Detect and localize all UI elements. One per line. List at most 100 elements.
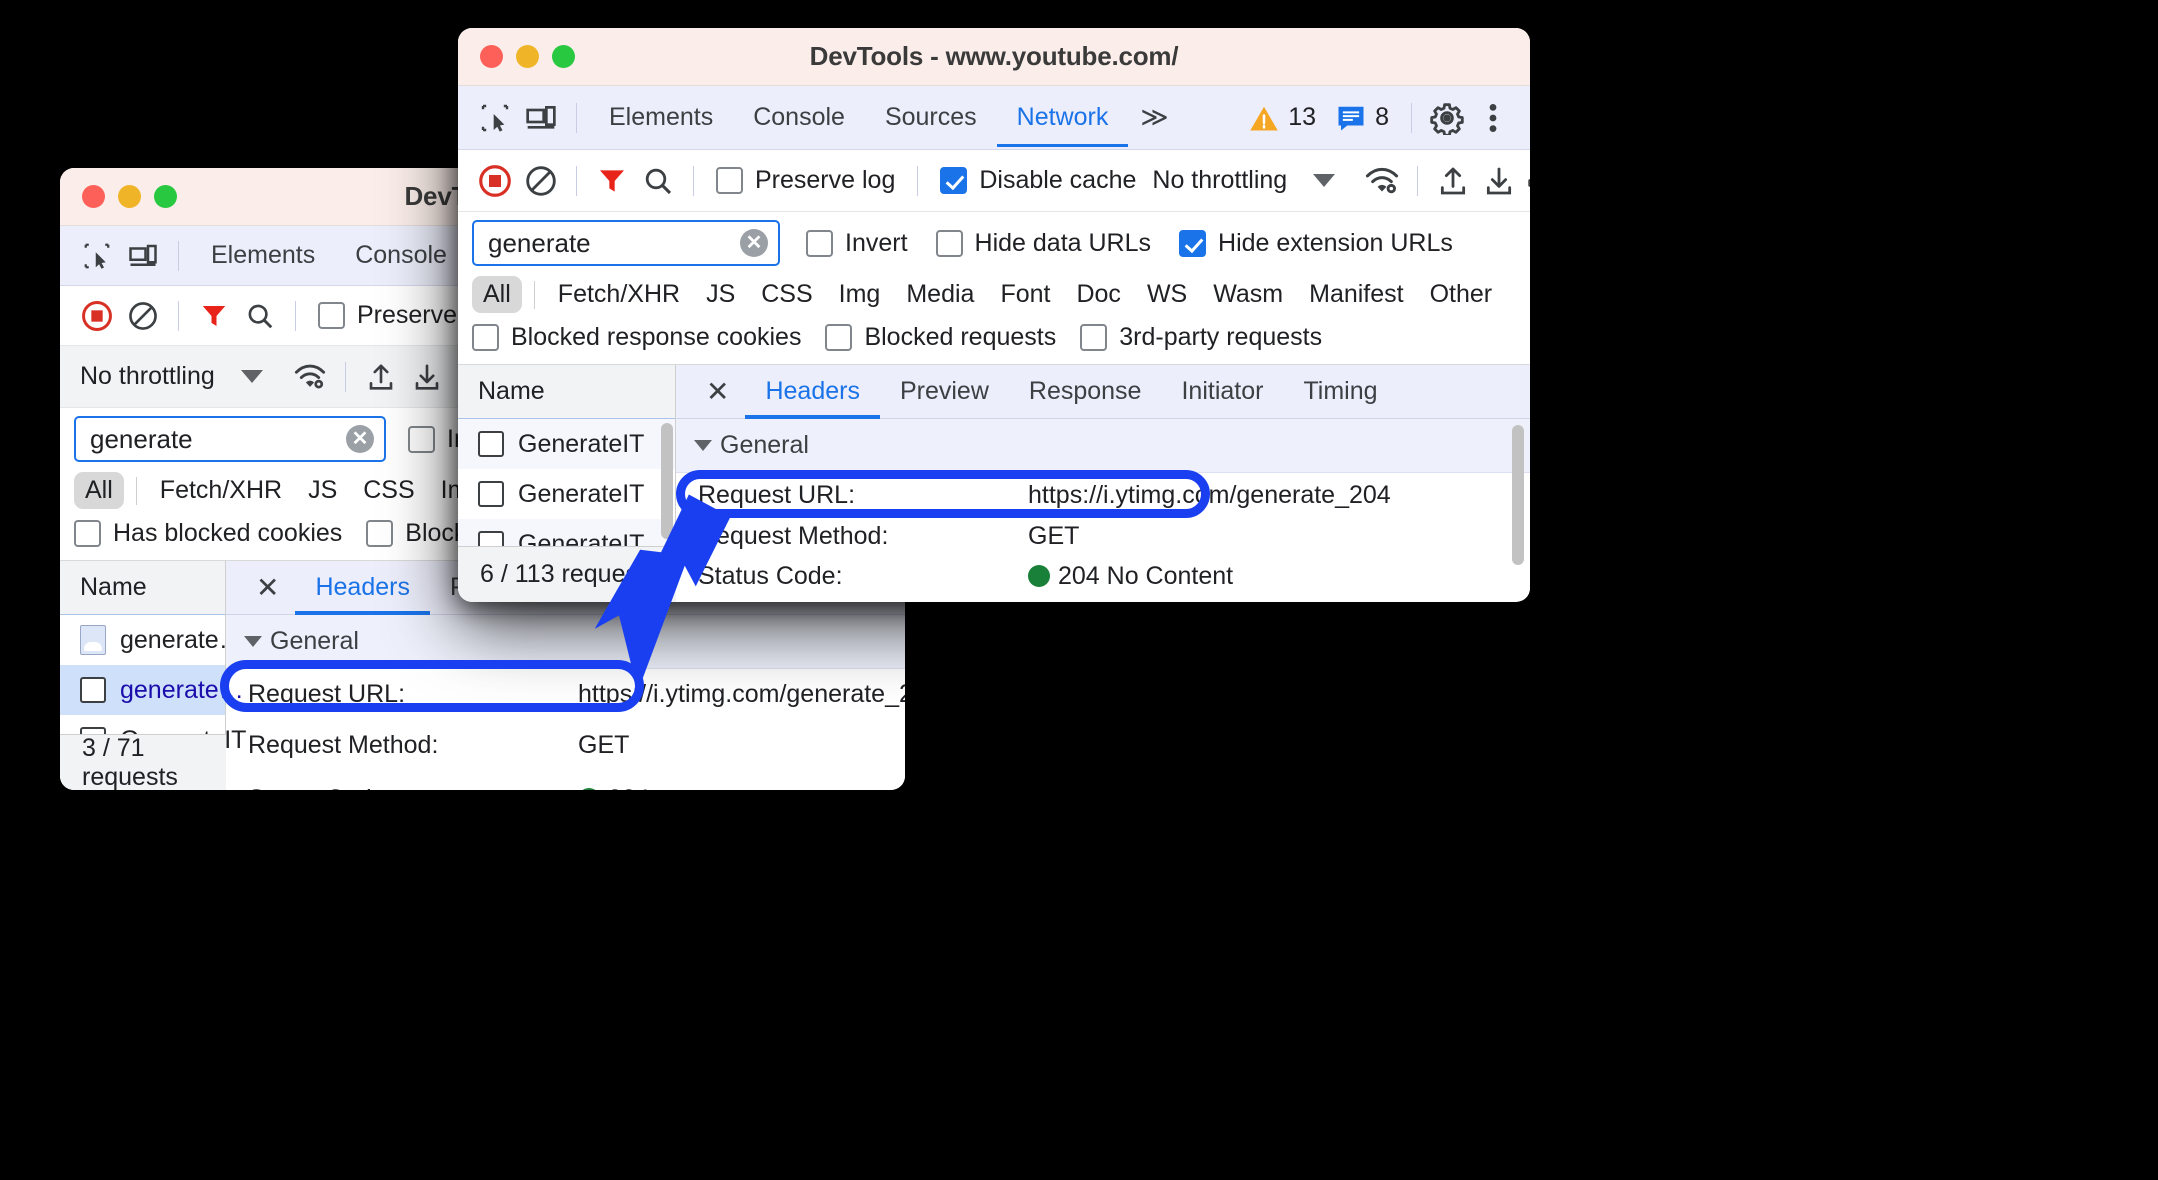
back-tabstrip[interactable]: Elements Console Sources Network ≫ 13 8 [458,86,1530,150]
record-network-log-icon[interactable] [74,295,120,337]
back-type-img[interactable]: Img [828,276,892,313]
back-type-ws[interactable]: WS [1136,276,1198,313]
back-preserve-log-box[interactable] [716,167,743,194]
chevron-down-icon[interactable] [240,370,263,383]
back-detail-tab-timing[interactable]: Timing [1283,365,1397,419]
close-detail-icon[interactable]: ✕ [240,571,295,604]
back-detail-tabs[interactable]: ✕ Headers Preview Response Initiator Tim… [676,365,1530,419]
request-checkbox[interactable] [478,481,504,507]
chevron-down-icon[interactable] [1313,174,1336,187]
back-type-manifest[interactable]: Manifest [1298,276,1414,313]
clear-network-log-icon[interactable] [518,160,564,202]
front-request-row-0[interactable]: generate… [60,615,244,665]
back-detail-pane[interactable]: ✕ Headers Preview Response Initiator Tim… [676,365,1530,598]
search-icon[interactable] [237,295,283,337]
back-filter-row[interactable]: generate ✕ Invert Hide data URLs Hide ex… [458,212,1530,274]
back-filter-input[interactable]: generate ✕ [472,220,780,266]
clear-filter-icon[interactable]: ✕ [346,425,374,453]
front-tab-elements[interactable]: Elements [191,227,335,285]
detail-pane-scrollbar[interactable] [1512,425,1524,565]
back-general-section-header[interactable]: General [676,419,1530,473]
request-list-scrollbar[interactable] [661,423,673,539]
request-checkbox[interactable] [478,431,504,457]
front-detail-tab-headers[interactable]: Headers [295,561,430,615]
import-har-icon[interactable] [1430,160,1476,202]
back-tab-console[interactable]: Console [733,89,865,147]
import-har-icon[interactable] [358,356,404,398]
inspect-element-icon[interactable] [472,97,518,139]
front-preserve-log-box[interactable] [318,302,345,329]
record-network-log-icon[interactable] [472,160,518,202]
back-disable-cache-checkbox[interactable]: Disable cache [930,166,1146,195]
back-type-media[interactable]: Media [895,276,985,313]
back-tab-elements[interactable]: Elements [589,89,733,147]
back-blocked-requests-checkbox[interactable]: Blocked requests [825,323,1056,352]
back-request-row-1[interactable]: GenerateIT [458,469,675,519]
warnings-counter[interactable]: 13 [1239,103,1326,132]
back-type-filters[interactable]: All Fetch/XHR JS CSS Img Media Font Doc … [458,274,1530,319]
close-detail-icon[interactable]: ✕ [690,375,745,408]
back-type-fetchxhr[interactable]: Fetch/XHR [547,276,691,313]
back-request-row-0[interactable]: GenerateIT [458,419,675,469]
back-detail-tab-headers[interactable]: Headers [745,365,880,419]
search-icon[interactable] [635,160,681,202]
back-hide-data-urls-box[interactable] [935,229,963,257]
front-type-css[interactable]: CSS [352,472,425,509]
back-type-css[interactable]: CSS [750,276,823,313]
front-has-blocked-cookies-checkbox[interactable]: Has blocked cookies [74,519,342,548]
front-filter-input[interactable]: generate ✕ [74,416,386,462]
back-type-doc[interactable]: Doc [1065,276,1131,313]
back-type-all[interactable]: All [472,276,522,313]
filter-funnel-icon[interactable] [589,160,635,202]
messages-counter[interactable]: 8 [1326,103,1399,132]
front-type-all[interactable]: All [74,472,124,509]
chevron-down-icon[interactable] [244,636,262,647]
back-tab-network[interactable]: Network [997,89,1129,147]
clear-network-log-icon[interactable] [120,295,166,337]
front-blocked-requests-box[interactable] [366,520,394,547]
back-type-js[interactable]: JS [695,276,746,313]
more-tabs-icon[interactable]: ≫ [1128,89,1180,147]
front-has-blocked-cookies-box[interactable] [74,520,101,547]
filter-funnel-icon[interactable] [191,295,237,337]
back-blocked-response-cookies-box[interactable] [472,324,499,351]
toggle-device-toolbar-icon[interactable] [120,235,166,277]
back-type-font[interactable]: Font [989,276,1061,313]
back-detail-tab-preview[interactable]: Preview [880,365,1009,419]
back-hide-extension-urls-checkbox[interactable]: Hide extension URLs [1161,229,1463,258]
network-conditions-icon[interactable] [1359,160,1405,202]
front-type-js[interactable]: JS [297,472,348,509]
back-preserve-log-checkbox[interactable]: Preserve log [706,166,905,195]
front-general-section-header[interactable]: General [226,615,905,669]
front-tab-console[interactable]: Console [335,227,467,285]
front-type-fetchxhr[interactable]: Fetch/XHR [149,472,293,509]
back-hide-extension-urls-box[interactable] [1179,229,1207,257]
settings-gear-icon[interactable] [1424,97,1470,139]
back-blocked-requests-box[interactable] [825,324,853,351]
back-devtools-window[interactable]: DevTools - www.youtube.com/ Elements Con… [458,28,1530,602]
front-request-row-1[interactable]: generate… [60,665,244,715]
back-blocked-response-cookies-checkbox[interactable]: Blocked response cookies [472,323,801,352]
clear-filter-icon[interactable]: ✕ [740,229,768,257]
back-tab-sources[interactable]: Sources [865,89,997,147]
network-settings-gear-icon[interactable] [1522,160,1530,202]
export-har-icon[interactable] [1476,160,1522,202]
inspect-element-icon[interactable] [74,235,120,277]
back-third-party-requests-box[interactable] [1080,324,1108,351]
network-conditions-icon[interactable] [287,356,333,398]
back-type-other[interactable]: Other [1419,276,1504,313]
back-hide-data-urls-checkbox[interactable]: Hide data URLs [918,229,1161,258]
front-invert-box[interactable] [408,425,435,453]
back-disable-cache-box[interactable] [940,167,968,194]
more-options-icon[interactable] [1470,97,1516,139]
export-har-icon[interactable] [404,356,450,398]
back-detail-tab-initiator[interactable]: Initiator [1161,365,1283,419]
back-throttling-value[interactable]: No throttling [1146,166,1287,195]
back-invert-box[interactable] [806,229,833,257]
back-type-wasm[interactable]: Wasm [1202,276,1294,313]
back-invert-checkbox[interactable]: Invert [780,229,918,258]
back-network-toolbar[interactable]: Preserve log Disable cache No throttling [458,150,1530,212]
request-checkbox[interactable] [80,677,106,703]
toggle-device-toolbar-icon[interactable] [518,97,564,139]
chevron-down-icon[interactable] [694,440,712,451]
